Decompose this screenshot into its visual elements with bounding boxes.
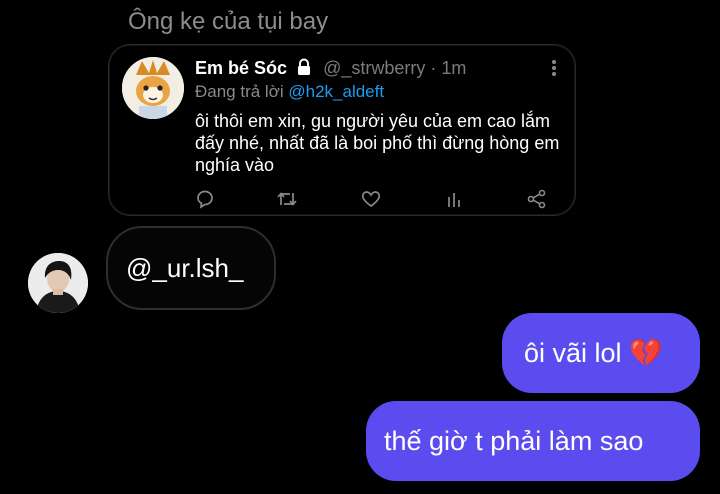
tweet-meta-separator: ·	[430, 58, 437, 78]
lock-icon	[296, 58, 312, 80]
tweet-actions-bar	[109, 187, 575, 211]
tweet-author-avatar[interactable]	[122, 57, 184, 119]
quoted-tweet-card[interactable]: Em bé Sóc @_strwberry · 1m Đang trả lời …	[108, 44, 576, 216]
tweet-header: Em bé Sóc @_strwberry · 1m	[195, 58, 466, 80]
contact-avatar[interactable]	[28, 253, 88, 313]
tweet-author-name[interactable]: Em bé Sóc	[195, 58, 287, 78]
incoming-message-bubble[interactable]: @_ur.lsh_	[106, 226, 276, 310]
replying-to-handle[interactable]: @h2k_aldeft	[288, 82, 384, 101]
replying-to-prefix: Đang trả lời	[195, 82, 284, 101]
outgoing-message-text: thế giờ t phải làm sao	[384, 425, 644, 456]
tweet-body-text: ôi thôi em xin, gu người yêu của em cao …	[195, 111, 560, 175]
chat-header-text: Ông kẹ của tụi bay	[128, 8, 329, 35]
tweet-timestamp: 1m	[441, 58, 467, 78]
tweet-author-handle[interactable]: @_strwberry	[323, 58, 425, 78]
replying-to-line: Đang trả lời @h2k_aldeft	[195, 82, 384, 102]
share-icon[interactable]	[525, 187, 549, 211]
more-options-icon[interactable]	[551, 59, 557, 82]
retweet-icon[interactable]	[275, 187, 299, 211]
outgoing-message-text: ôi vãi lol 💔	[524, 338, 663, 368]
reply-icon[interactable]	[193, 187, 217, 211]
incoming-message-text: @_ur.lsh_	[126, 252, 244, 283]
analytics-icon[interactable]	[442, 187, 466, 211]
like-heart-icon[interactable]	[359, 187, 383, 211]
outgoing-message-bubble[interactable]: ôi vãi lol 💔	[502, 313, 700, 393]
outgoing-message-bubble[interactable]: thế giờ t phải làm sao	[366, 401, 700, 481]
